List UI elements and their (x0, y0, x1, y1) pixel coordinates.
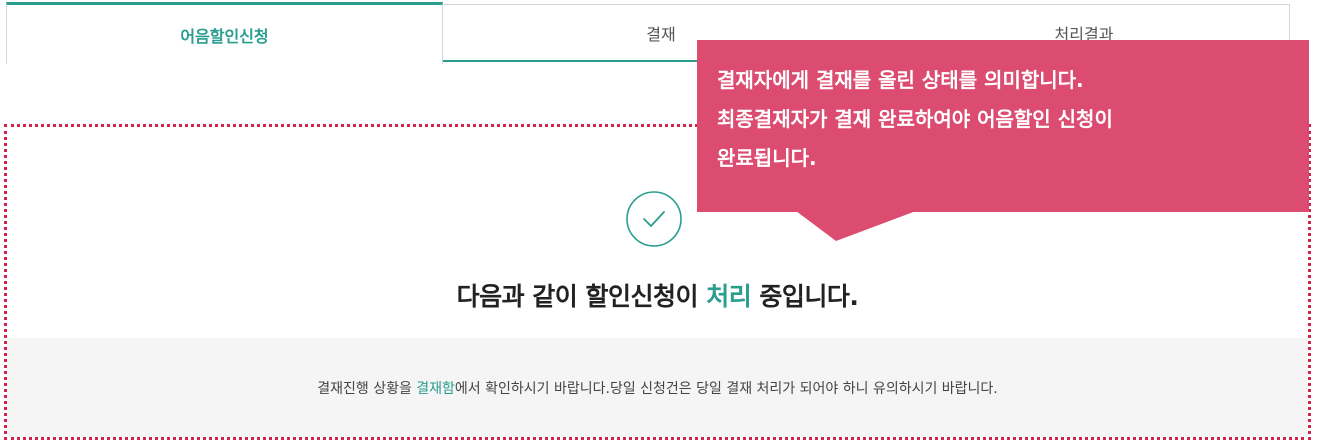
tab-label: 어음할인신청 (180, 26, 269, 46)
notice-bar: 결재진행 상황을 결재함에서 확인하시기 바랍니다.당일 신청건은 당일 결재 … (7, 338, 1308, 437)
page: 어음할인신청 결재 처리결과 다음과 같이 할인신청이 처리 중입니다. 결재진… (0, 0, 1329, 444)
help-tooltip: 결재자에게 결재를 올린 상태를 의미합니다. 최종결재자가 결재 완료하여야 … (697, 40, 1309, 212)
status-headline: 다음과 같이 할인신청이 처리 중입니다. (7, 277, 1308, 313)
notice-text: 결재진행 상황을 결재함에서 확인하시기 바랍니다.당일 신청건은 당일 결재 … (317, 378, 998, 398)
approval-box-link[interactable]: 결재함 (416, 381, 455, 397)
tooltip-line: 최종결재자가 결재 완료하여야 어음할인 신청이 (717, 107, 1113, 131)
tooltip-arrow (796, 211, 916, 241)
notice-suffix: 에서 확인하시기 바랍니다.당일 신청건은 당일 결재 처리가 되어야 하니 유… (454, 380, 998, 397)
tooltip-line: 결재자에게 결재를 올린 상태를 의미합니다. (717, 68, 1084, 92)
headline-prefix: 다음과 같이 할인신청이 (456, 282, 707, 311)
headline-accent: 처리 (706, 282, 752, 311)
check-circle-icon (626, 191, 682, 247)
headline-suffix: 중입니다. (751, 282, 859, 311)
tab-label: 결재 (646, 24, 676, 44)
tab-discount-request[interactable]: 어음할인신청 (6, 2, 443, 64)
notice-prefix: 결재진행 상황을 (317, 380, 417, 397)
tooltip-line: 완료됩니다. (717, 146, 817, 170)
